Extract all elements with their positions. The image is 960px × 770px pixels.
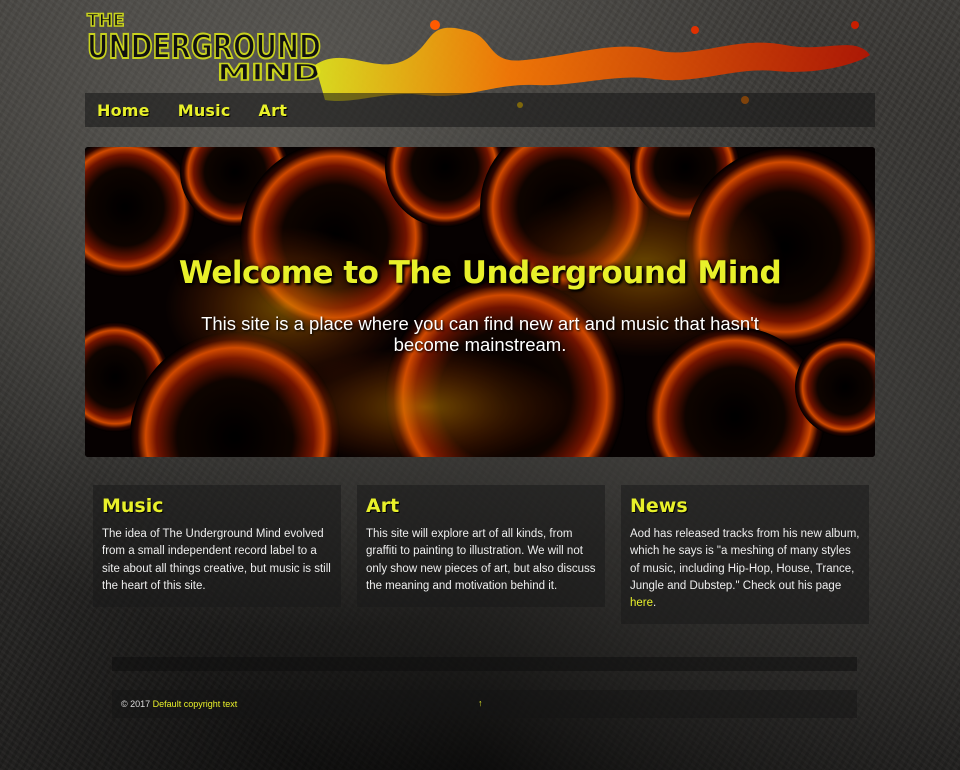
logo-line3: MIND	[217, 61, 321, 82]
news-column-title: News	[630, 495, 688, 517]
news-column-period: .	[653, 597, 657, 610]
art-column-title: Art	[366, 495, 400, 517]
music-column-text: The idea of The Underground Mind evolved…	[102, 528, 331, 592]
music-column: Music The idea of The Underground Mind e…	[93, 485, 341, 608]
logo-graphic: THE UNDERGROUND MIND	[86, 10, 322, 82]
back-to-top-arrow-icon[interactable]: ↑	[478, 698, 483, 708]
footer-divider-bar	[112, 657, 857, 671]
art-column-text: This site will explore art of all kinds,…	[366, 528, 596, 592]
hero-speakers-image	[85, 147, 875, 457]
news-column-text: Aod has released tracks from his new alb…	[630, 526, 860, 612]
nav-item-home[interactable]: Home	[97, 101, 150, 120]
main-nav: Home Music Art	[85, 93, 875, 127]
hero-banner: Welcome to The Underground Mind This sit…	[85, 147, 875, 457]
copyright-year: © 2017	[121, 699, 151, 709]
nav-item-music[interactable]: Music	[178, 101, 231, 120]
hero-description: This site is a place where you can find …	[201, 313, 759, 355]
copyright-link[interactable]: Default copyright text	[153, 699, 238, 709]
news-column-body: Aod has released tracks from his new alb…	[630, 528, 860, 592]
news-column: News Aod has released tracks from his ne…	[621, 485, 869, 625]
news-here-link[interactable]: here	[630, 597, 653, 609]
site-footer: © 2017 Default copyright text ↑	[112, 690, 857, 718]
hero-title: Welcome to The Underground Mind	[178, 255, 782, 291]
site-logo[interactable]: THE UNDERGROUND MIND	[85, 10, 325, 82]
nav-item-art[interactable]: Art	[259, 101, 288, 120]
art-column: Art This site will explore art of all ki…	[357, 485, 605, 608]
music-column-title: Music	[102, 495, 164, 517]
